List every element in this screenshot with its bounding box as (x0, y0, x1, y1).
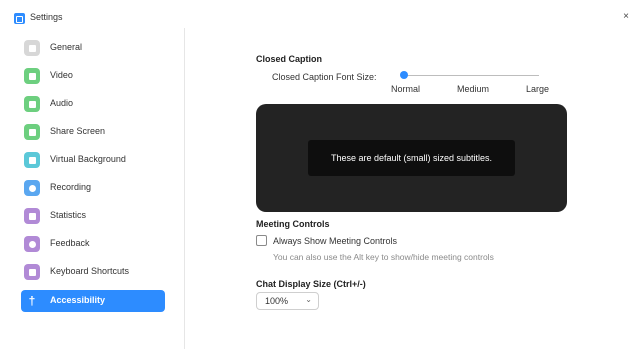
accessibility-icon: † (28, 294, 36, 308)
statistics-icon (24, 208, 40, 224)
settings-content: Closed Caption Closed Caption Font Size:… (256, 0, 631, 349)
window-title: Settings (30, 12, 63, 22)
chat-display-heading: Chat Display Size (Ctrl+/-) (256, 279, 366, 289)
chat-display-size-select[interactable]: 100% ⌄ (256, 292, 319, 310)
keyboard-icon (24, 264, 40, 280)
sidebar-item-label: Statistics (50, 210, 87, 220)
closed-caption-heading: Closed Caption (256, 54, 323, 64)
font-size-label: Closed Caption Font Size: (272, 72, 377, 82)
sidebar-item-video[interactable]: Video (21, 65, 165, 87)
chevron-down-icon: ⌄ (305, 295, 312, 304)
sidebar-item-recording[interactable]: Recording (21, 177, 165, 199)
caption-preview: These are default (small) sized subtitle… (256, 104, 567, 212)
meeting-controls-hint: You can also use the Alt key to show/hid… (273, 252, 494, 262)
sidebar-item-label: Virtual Background (50, 154, 126, 164)
sidebar-item-feedback[interactable]: Feedback (21, 233, 165, 255)
caption-preview-text: These are default (small) sized subtitle… (308, 140, 515, 176)
settings-window: Settings × General Video Audio Share Scr… (0, 0, 631, 349)
sidebar-item-label: General (50, 42, 83, 52)
sidebar-item-share-screen[interactable]: Share Screen (21, 121, 165, 143)
font-size-slider-track[interactable] (404, 75, 539, 76)
sidebar-item-label: Share Screen (50, 126, 106, 136)
font-size-slider-handle[interactable] (400, 71, 408, 79)
sidebar-item-virtual-background[interactable]: Virtual Background (21, 149, 165, 171)
video-icon (24, 68, 40, 84)
sidebar-item-label: Keyboard Shortcuts (50, 266, 130, 276)
sidebar-item-general[interactable]: General (21, 37, 165, 59)
headphones-icon (24, 96, 40, 112)
settings-sidebar: General Video Audio Share Screen Virtual… (10, 28, 185, 349)
always-show-controls-label[interactable]: Always Show Meeting Controls (273, 236, 397, 246)
recording-icon (24, 180, 40, 196)
sidebar-item-label: Audio (50, 98, 74, 108)
sidebar-item-statistics[interactable]: Statistics (21, 205, 165, 227)
sidebar-item-label: Video (50, 70, 73, 80)
font-size-option-medium[interactable]: Medium (457, 84, 489, 94)
font-size-option-normal[interactable]: Normal (391, 84, 420, 94)
always-show-controls-checkbox[interactable] (256, 235, 267, 246)
font-size-option-large[interactable]: Large (526, 84, 549, 94)
share-screen-icon (24, 124, 40, 140)
virtual-background-icon (24, 152, 40, 168)
gear-icon (24, 40, 40, 56)
zoom-app-icon (14, 13, 25, 24)
sidebar-item-audio[interactable]: Audio (21, 93, 165, 115)
chat-display-size-value: 100% (265, 296, 289, 306)
sidebar-item-label: Accessibility (50, 295, 106, 305)
meeting-controls-heading: Meeting Controls (256, 219, 330, 229)
sidebar-item-keyboard-shortcuts[interactable]: Keyboard Shortcuts (21, 261, 165, 283)
feedback-icon (24, 236, 40, 252)
sidebar-item-label: Recording (50, 182, 92, 192)
sidebar-item-accessibility[interactable]: † Accessibility (21, 290, 165, 312)
sidebar-item-label: Feedback (50, 238, 90, 248)
